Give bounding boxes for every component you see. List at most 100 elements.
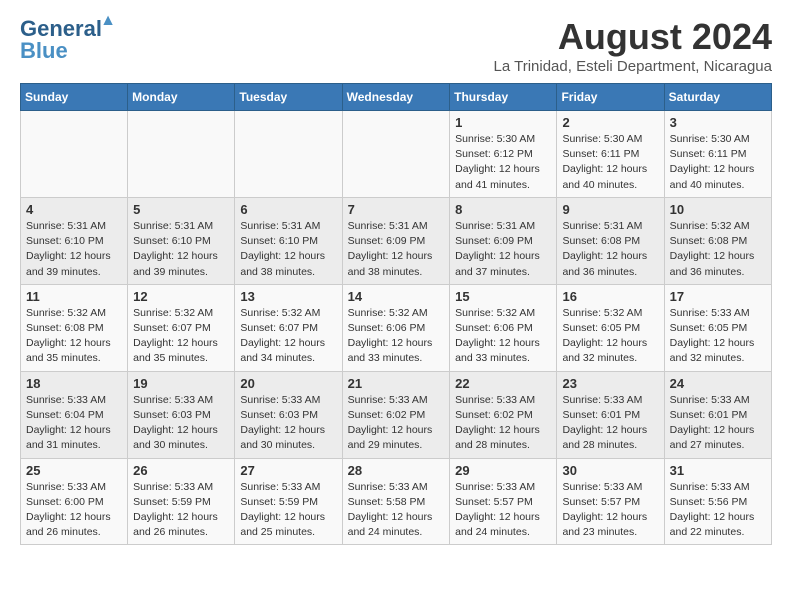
day-number: 6 <box>240 202 336 217</box>
day-number: 31 <box>670 463 766 478</box>
day-number: 7 <box>348 202 445 217</box>
day-number: 24 <box>670 376 766 391</box>
day-number: 10 <box>670 202 766 217</box>
day-number: 22 <box>455 376 551 391</box>
day-info: Sunrise: 5:31 AM Sunset: 6:08 PM Dayligh… <box>562 219 658 280</box>
day-info: Sunrise: 5:31 AM Sunset: 6:10 PM Dayligh… <box>133 219 229 280</box>
day-info: Sunrise: 5:30 AM Sunset: 6:12 PM Dayligh… <box>455 132 551 193</box>
day-number: 5 <box>133 202 229 217</box>
day-cell: 30Sunrise: 5:33 AM Sunset: 5:57 PM Dayli… <box>557 458 664 545</box>
day-cell: 2Sunrise: 5:30 AM Sunset: 6:11 PM Daylig… <box>557 111 664 198</box>
header: General ▲ Blue August 2024 La Trinidad, … <box>20 16 772 75</box>
day-info: Sunrise: 5:33 AM Sunset: 5:57 PM Dayligh… <box>455 480 551 541</box>
subtitle: La Trinidad, Esteli Department, Nicaragu… <box>494 58 772 75</box>
day-cell: 27 Sunrise: 5:33 AM Sunset: 5:59 PM Dayli… <box>235 458 342 545</box>
calendar-header: SundayMondayTuesdayWednesdayThursdayFrid… <box>21 84 772 111</box>
column-header-monday: Monday <box>128 84 235 111</box>
day-cell: 19 Sunrise: 5:33 AM Sunset: 6:03 PM Dayli… <box>128 371 235 458</box>
day-cell: 24 Sunrise: 5:33 AM Sunset: 6:01 PM Dayli… <box>664 371 771 458</box>
day-number: 21 <box>348 376 445 391</box>
column-header-tuesday: Tuesday <box>235 84 342 111</box>
day-number: 11 <box>26 289 122 304</box>
day-cell: 6 Sunrise: 5:31 AM Sunset: 6:10 PM Daylig… <box>235 197 342 284</box>
logo: General ▲ Blue <box>20 16 102 64</box>
day-number: 28 <box>348 463 445 478</box>
week-row-5: 25Sunrise: 5:33 AM Sunset: 6:00 PM Dayli… <box>21 458 772 545</box>
day-cell: 17Sunrise: 5:33 AM Sunset: 6:05 PM Dayli… <box>664 284 771 371</box>
day-number: 20 <box>240 376 336 391</box>
title-block: August 2024 La Trinidad, Esteli Departme… <box>494 16 772 75</box>
day-number: 18 <box>26 376 122 391</box>
day-info: Sunrise: 5:33 AM Sunset: 6:03 PM Dayligh… <box>133 393 229 454</box>
day-info: Sunrise: 5:33 AM Sunset: 6:05 PM Dayligh… <box>670 306 766 367</box>
day-cell <box>342 111 450 198</box>
day-cell: 18Sunrise: 5:33 AM Sunset: 6:04 PM Dayli… <box>21 371 128 458</box>
week-row-1: 1 Sunrise: 5:30 AM Sunset: 6:12 PM Daylig… <box>21 111 772 198</box>
day-number: 26 <box>133 463 229 478</box>
day-info: Sunrise: 5:31 AM Sunset: 6:09 PM Dayligh… <box>455 219 551 280</box>
day-number: 15 <box>455 289 551 304</box>
day-info: Sunrise: 5:33 AM Sunset: 5:59 PM Dayligh… <box>240 480 336 541</box>
day-info: Sunrise: 5:33 AM Sunset: 5:57 PM Dayligh… <box>562 480 658 541</box>
day-cell: 10 Sunrise: 5:32 AM Sunset: 6:08 PM Dayli… <box>664 197 771 284</box>
day-info: Sunrise: 5:32 AM Sunset: 6:06 PM Dayligh… <box>455 306 551 367</box>
day-number: 9 <box>562 202 658 217</box>
day-cell: 4 Sunrise: 5:31 AM Sunset: 6:10 PM Daylig… <box>21 197 128 284</box>
day-number: 12 <box>133 289 229 304</box>
day-info: Sunrise: 5:32 AM Sunset: 6:07 PM Dayligh… <box>133 306 229 367</box>
day-cell: 14Sunrise: 5:32 AM Sunset: 6:06 PM Dayli… <box>342 284 450 371</box>
day-info: Sunrise: 5:32 AM Sunset: 6:06 PM Dayligh… <box>348 306 445 367</box>
day-info: Sunrise: 5:33 AM Sunset: 6:02 PM Dayligh… <box>455 393 551 454</box>
day-number: 8 <box>455 202 551 217</box>
day-cell: 11Sunrise: 5:32 AM Sunset: 6:08 PM Dayli… <box>21 284 128 371</box>
day-info: Sunrise: 5:30 AM Sunset: 6:11 PM Dayligh… <box>670 132 766 193</box>
week-row-2: 4 Sunrise: 5:31 AM Sunset: 6:10 PM Daylig… <box>21 197 772 284</box>
column-header-wednesday: Wednesday <box>342 84 450 111</box>
day-number: 2 <box>562 115 658 130</box>
week-row-3: 11Sunrise: 5:32 AM Sunset: 6:08 PM Dayli… <box>21 284 772 371</box>
day-number: 23 <box>562 376 658 391</box>
day-cell: 15 Sunrise: 5:32 AM Sunset: 6:06 PM Dayli… <box>450 284 557 371</box>
day-cell: 29 Sunrise: 5:33 AM Sunset: 5:57 PM Dayli… <box>450 458 557 545</box>
day-info: Sunrise: 5:33 AM Sunset: 5:56 PM Dayligh… <box>670 480 766 541</box>
day-number: 27 <box>240 463 336 478</box>
day-info: Sunrise: 5:33 AM Sunset: 6:01 PM Dayligh… <box>562 393 658 454</box>
day-cell: 25Sunrise: 5:33 AM Sunset: 6:00 PM Dayli… <box>21 458 128 545</box>
day-cell: 31 Sunrise: 5:33 AM Sunset: 5:56 PM Dayli… <box>664 458 771 545</box>
day-info: Sunrise: 5:32 AM Sunset: 6:07 PM Dayligh… <box>240 306 336 367</box>
day-info: Sunrise: 5:31 AM Sunset: 6:09 PM Dayligh… <box>348 219 445 280</box>
day-cell: 28 Sunrise: 5:33 AM Sunset: 5:58 PM Dayli… <box>342 458 450 545</box>
day-number: 1 <box>455 115 551 130</box>
day-info: Sunrise: 5:33 AM Sunset: 5:59 PM Dayligh… <box>133 480 229 541</box>
day-info: Sunrise: 5:31 AM Sunset: 6:10 PM Dayligh… <box>240 219 336 280</box>
day-cell: 13 Sunrise: 5:32 AM Sunset: 6:07 PM Dayli… <box>235 284 342 371</box>
day-number: 13 <box>240 289 336 304</box>
day-cell: 7 Sunrise: 5:31 AM Sunset: 6:09 PM Daylig… <box>342 197 450 284</box>
day-cell: 9 Sunrise: 5:31 AM Sunset: 6:08 PM Daylig… <box>557 197 664 284</box>
day-info: Sunrise: 5:31 AM Sunset: 6:10 PM Dayligh… <box>26 219 122 280</box>
logo-general: General <box>20 16 102 41</box>
day-cell: 16 Sunrise: 5:32 AM Sunset: 6:05 PM Dayli… <box>557 284 664 371</box>
calendar: SundayMondayTuesdayWednesdayThursdayFrid… <box>20 83 772 545</box>
column-header-thursday: Thursday <box>450 84 557 111</box>
calendar-body: 1 Sunrise: 5:30 AM Sunset: 6:12 PM Daylig… <box>21 111 772 545</box>
day-cell: 23 Sunrise: 5:33 AM Sunset: 6:01 PM Dayli… <box>557 371 664 458</box>
day-info: Sunrise: 5:33 AM Sunset: 6:01 PM Dayligh… <box>670 393 766 454</box>
day-info: Sunrise: 5:32 AM Sunset: 6:08 PM Dayligh… <box>670 219 766 280</box>
day-cell: 8 Sunrise: 5:31 AM Sunset: 6:09 PM Daylig… <box>450 197 557 284</box>
day-number: 29 <box>455 463 551 478</box>
day-number: 4 <box>26 202 122 217</box>
day-info: Sunrise: 5:33 AM Sunset: 5:58 PM Dayligh… <box>348 480 445 541</box>
day-info: Sunrise: 5:33 AM Sunset: 6:03 PM Dayligh… <box>240 393 336 454</box>
day-cell: 12 Sunrise: 5:32 AM Sunset: 6:07 PM Dayli… <box>128 284 235 371</box>
day-info: Sunrise: 5:33 AM Sunset: 6:02 PM Dayligh… <box>348 393 445 454</box>
day-number: 25 <box>26 463 122 478</box>
day-cell: 5 Sunrise: 5:31 AM Sunset: 6:10 PM Daylig… <box>128 197 235 284</box>
day-cell: 22 Sunrise: 5:33 AM Sunset: 6:02 PM Dayli… <box>450 371 557 458</box>
main-title: August 2024 <box>494 16 772 58</box>
day-cell <box>128 111 235 198</box>
day-number: 19 <box>133 376 229 391</box>
day-cell: 26 Sunrise: 5:33 AM Sunset: 5:59 PM Dayli… <box>128 458 235 545</box>
day-info: Sunrise: 5:32 AM Sunset: 6:05 PM Dayligh… <box>562 306 658 367</box>
day-number: 16 <box>562 289 658 304</box>
